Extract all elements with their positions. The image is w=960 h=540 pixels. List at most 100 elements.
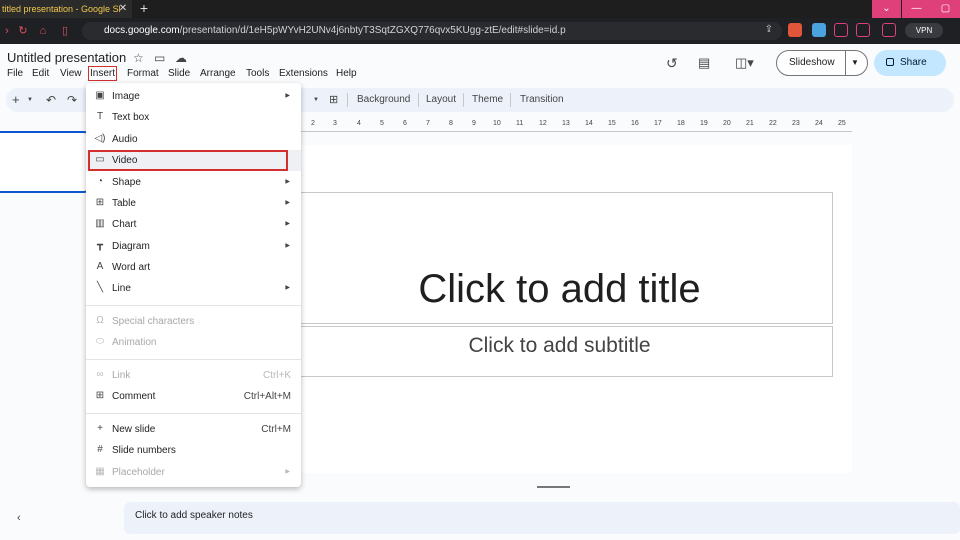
ruler-baseline bbox=[300, 131, 852, 132]
subtitle-placeholder[interactable]: Click to add subtitle bbox=[286, 326, 833, 377]
chart-icon: ▥ bbox=[95, 218, 105, 229]
url-path: /presentation/d/1eH5pWYvH2UNv4j6nbtyT3Sq… bbox=[179, 25, 566, 36]
menu-item-label: Placeholder bbox=[112, 467, 165, 478]
ruler-tick: 3 bbox=[333, 120, 337, 127]
meet-icon[interactable]: ◫▾ bbox=[735, 55, 754, 71]
minimize-chevron-icon[interactable]: ⌄ bbox=[872, 0, 901, 18]
ruler-tick: 6 bbox=[403, 120, 407, 127]
browser-tab-title: titled presentation - Google Sl bbox=[2, 4, 121, 14]
bookmark-icon[interactable]: ▯ bbox=[58, 22, 72, 40]
close-tab-icon[interactable]: ✕ bbox=[117, 0, 129, 18]
menu-item-new-slide[interactable]: + New slide Ctrl+M bbox=[86, 419, 301, 440]
submenu-arrow-icon: ▶ bbox=[285, 200, 290, 206]
slideshow-button[interactable]: Slideshow ▼ bbox=[776, 50, 868, 76]
forward-icon[interactable]: › bbox=[0, 22, 14, 40]
submenu-arrow-icon: ▶ bbox=[285, 469, 290, 475]
menu-item-shape[interactable]: ◔ Shape ▶ bbox=[86, 172, 301, 193]
ruler-tick: 20 bbox=[723, 120, 731, 127]
ruler-tick: 15 bbox=[608, 120, 616, 127]
word-art-icon: A bbox=[96, 261, 104, 272]
menu-item-word-art[interactable]: A Word art bbox=[86, 257, 301, 278]
star-icon[interactable]: ☆ bbox=[133, 51, 144, 65]
extensions-puzzle-icon[interactable] bbox=[834, 23, 848, 37]
menu-view[interactable]: View bbox=[60, 66, 82, 82]
background-button[interactable]: Background bbox=[357, 88, 410, 112]
chevron-down-icon[interactable]: ▼ bbox=[27, 88, 33, 112]
ruler-tick: 2 bbox=[311, 120, 315, 127]
menu-item-slide-numbers[interactable]: # Slide numbers bbox=[86, 440, 301, 461]
menu-extensions[interactable]: Extensions bbox=[279, 66, 328, 82]
url-field[interactable]: docs.google.com/presentation/d/1eH5pWYvH… bbox=[82, 22, 782, 40]
image-icon: ▣ bbox=[95, 90, 105, 101]
speaker-notes[interactable]: Click to add speaker notes bbox=[124, 502, 960, 534]
notes-resize-handle[interactable] bbox=[537, 486, 570, 488]
menu-divider bbox=[86, 413, 301, 414]
menu-item-text-box[interactable]: T Text box bbox=[86, 107, 301, 128]
minimize-button[interactable]: — bbox=[902, 0, 931, 18]
menu-item-comment[interactable]: ⊞ Comment Ctrl+Alt+M bbox=[86, 386, 301, 407]
version-history-icon[interactable]: ↺ bbox=[666, 55, 678, 72]
ruler-tick: 7 bbox=[426, 120, 430, 127]
reload-icon[interactable]: ↻ bbox=[16, 22, 30, 40]
ruler: 2 3 4 5 6 7 8 9 10 11 12 13 14 15 16 17 … bbox=[300, 118, 852, 132]
menu-help[interactable]: Help bbox=[336, 66, 357, 82]
add-comment-icon[interactable]: ⊞ bbox=[329, 88, 338, 112]
menu-item-label: Chart bbox=[112, 219, 137, 230]
browser-tab[interactable]: titled presentation - Google Sl bbox=[0, 0, 132, 18]
menu-item-placeholder: ▦ Placeholder ▶ bbox=[86, 462, 301, 483]
menu-file[interactable]: File bbox=[7, 66, 23, 82]
menu-arrange[interactable]: Arrange bbox=[200, 66, 236, 82]
layout-button[interactable]: Layout bbox=[426, 88, 456, 112]
menu-tools[interactable]: Tools bbox=[246, 66, 269, 82]
share-button[interactable]: Share bbox=[874, 50, 946, 76]
transition-button[interactable]: Transition bbox=[520, 88, 564, 112]
vpn-button[interactable]: VPN bbox=[905, 23, 943, 38]
menu-item-label: Audio bbox=[112, 134, 138, 145]
new-tab-button[interactable]: + bbox=[137, 0, 151, 18]
menu-insert[interactable]: Insert bbox=[88, 66, 118, 81]
ruler-tick: 22 bbox=[769, 120, 777, 127]
chevron-down-icon[interactable]: ▼ bbox=[851, 51, 859, 75]
table-icon: ⊞ bbox=[95, 197, 105, 208]
collapse-filmstrip-icon[interactable]: ‹ bbox=[17, 512, 21, 524]
menu-item-diagram[interactable]: ┳ Diagram ▶ bbox=[86, 236, 301, 257]
redo-icon[interactable]: ↷ bbox=[67, 88, 77, 112]
slide-thumbnail[interactable] bbox=[0, 131, 90, 193]
menu-item-line[interactable]: ╲ Line ▶ bbox=[86, 278, 301, 299]
undo-icon[interactable]: ↶ bbox=[46, 88, 56, 112]
menu-edit[interactable]: Edit bbox=[32, 66, 49, 82]
document-title[interactable]: Untitled presentation bbox=[7, 50, 126, 65]
menu-item-label: Slide numbers bbox=[112, 445, 176, 456]
ruler-tick: 4 bbox=[357, 120, 361, 127]
home-icon[interactable]: ⌂ bbox=[36, 22, 50, 40]
ruler-tick: 23 bbox=[792, 120, 800, 127]
menu-item-chart[interactable]: ▥ Chart ▶ bbox=[86, 214, 301, 235]
ruler-tick: 19 bbox=[700, 120, 708, 127]
theme-button[interactable]: Theme bbox=[472, 88, 503, 112]
menu-format[interactable]: Format bbox=[127, 66, 159, 82]
toolbar-divider bbox=[418, 93, 419, 107]
line-chevron-icon[interactable]: ▼ bbox=[313, 88, 319, 112]
wallet-icon[interactable] bbox=[882, 23, 896, 37]
diagram-icon: ┳ bbox=[96, 240, 104, 251]
menu-item-video[interactable]: ▭ Video bbox=[86, 150, 301, 171]
menu-item-audio[interactable]: ◁) Audio bbox=[86, 129, 301, 150]
menu-item-table[interactable]: ⊞ Table ▶ bbox=[86, 193, 301, 214]
menu-slide[interactable]: Slide bbox=[168, 66, 190, 82]
title-placeholder[interactable]: Click to add title bbox=[286, 192, 833, 324]
menu-item-image[interactable]: ▣ Image ▶ bbox=[86, 86, 301, 107]
brave-shield-icon[interactable] bbox=[788, 23, 802, 37]
maximize-button[interactable]: ▢ bbox=[931, 0, 960, 18]
comments-icon[interactable]: ▤ bbox=[698, 55, 710, 71]
sidebar-icon[interactable] bbox=[856, 23, 870, 37]
toolbar-divider bbox=[347, 93, 348, 107]
extension-icon[interactable] bbox=[812, 23, 826, 37]
ruler-tick: 24 bbox=[815, 120, 823, 127]
shortcut-label: Ctrl+M bbox=[261, 424, 291, 435]
new-slide-button[interactable]: + bbox=[12, 88, 20, 112]
animation-icon: ⬭ bbox=[95, 336, 105, 347]
share-page-icon[interactable]: ⇪ bbox=[762, 23, 776, 37]
move-folder-icon[interactable]: ▭ bbox=[154, 51, 165, 65]
menu-item-label: Special characters bbox=[112, 316, 195, 327]
ruler-tick: 21 bbox=[746, 120, 754, 127]
